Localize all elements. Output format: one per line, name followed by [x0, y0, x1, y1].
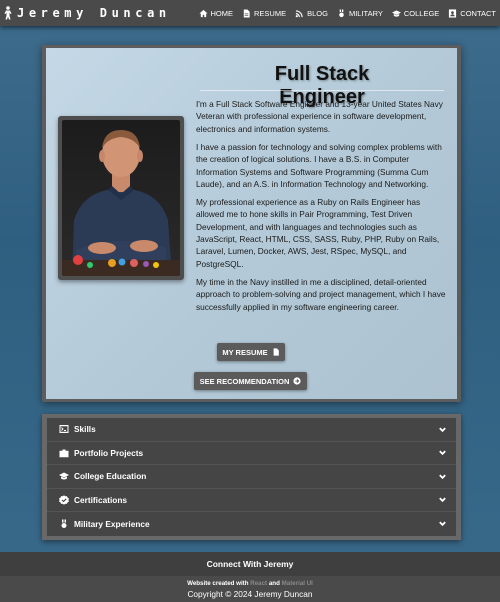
bio-paragraph: I'm a Full Stack Software Engineer and 1… [196, 99, 443, 134]
nav-contact-label: CONTACT [460, 8, 496, 18]
briefcase-icon [59, 449, 69, 458]
chevron-down-icon [439, 427, 446, 432]
credit-material-ui-link[interactable]: Material UI [282, 580, 313, 587]
title-divider [200, 90, 444, 91]
my-resume-button-label: MY RESUME [222, 347, 268, 357]
medal-icon [339, 8, 344, 17]
accordion-panel: Skills Portfolio Projects College Educat… [42, 414, 461, 540]
credit-prefix: Website created with [187, 580, 249, 587]
nav-blog[interactable]: BLOG [295, 9, 328, 18]
brand-name: Jeremy Duncan [17, 6, 171, 20]
home-icon [198, 9, 208, 17]
copyright: Copyright © 2024 Jeremy Duncan [187, 589, 313, 599]
document-icon [273, 348, 279, 356]
nav-college-label: COLLEGE [403, 8, 440, 18]
nav-links: HOME RESUME BLOG MILITARY COLLEGE CONTAC… [190, 0, 496, 26]
nav-resume[interactable]: RESUME [242, 9, 286, 18]
rss-icon [295, 9, 303, 17]
contact-icon [449, 8, 457, 18]
bio: I'm a Full Stack Software Engineer and 1… [196, 98, 446, 319]
accordion-portfolio-label: Portfolio Projects [74, 447, 144, 458]
my-resume-button[interactable]: MY RESUME [217, 343, 285, 361]
accordion-certifications[interactable]: Certifications [47, 489, 456, 512]
document-icon [243, 8, 250, 18]
accordion-skills[interactable]: Skills [47, 418, 456, 442]
hero-card-body: Full Stack Engineer I'm a Full Stack Sof… [46, 48, 457, 399]
see-recommendation-button[interactable]: SEE RECOMMENDATION [194, 372, 307, 390]
brand[interactable]: Jeremy Duncan [0, 0, 171, 26]
chevron-down-icon [439, 497, 446, 503]
accordion-military[interactable]: Military Experience [47, 512, 456, 536]
credit-react-link[interactable]: React [250, 580, 267, 587]
chevron-down-icon [439, 450, 446, 456]
nav-college[interactable]: COLLEGE [391, 8, 440, 18]
see-recommendation-button-label: SEE RECOMMENDATION [199, 376, 290, 386]
credit-line: Website created with React and Material … [0, 576, 500, 587]
bio-paragraph: My time in the Navy instilled in me a di… [196, 276, 446, 312]
nav-contact[interactable]: CONTACT [448, 9, 496, 18]
accordion-college-label: College Education [74, 471, 147, 482]
accordion-skills-label: Skills [74, 424, 96, 435]
nav-resume-label: RESUME [254, 8, 287, 18]
soldier-icon [4, 6, 12, 20]
nav-military[interactable]: MILITARY [337, 9, 383, 18]
profile-photo-frame [58, 116, 184, 280]
nav-home-label: HOME [210, 8, 234, 18]
credit-and: and [268, 580, 280, 587]
graduation-cap-icon [391, 9, 401, 17]
accordion-military-label: Military Experience [74, 518, 150, 529]
footer-connect: Connect With Jeremy [0, 552, 500, 576]
accordion-college[interactable]: College Education [47, 465, 456, 489]
profile-photo [62, 120, 180, 276]
graduation-cap-icon [59, 472, 69, 480]
nav-military-label: MILITARY [348, 8, 383, 18]
hero-card: Full Stack Engineer I'm a Full Stack Sof… [42, 45, 461, 402]
medal-icon [61, 519, 67, 528]
arrow-circle-icon [293, 377, 302, 385]
nav-home[interactable]: HOME [198, 8, 234, 18]
nav-blog-label: BLOG [307, 8, 328, 18]
chevron-down-icon [439, 521, 446, 527]
chevron-down-icon [439, 474, 446, 479]
terminal-icon [59, 425, 69, 434]
bio-paragraph: My professional experience as a Ruby on … [196, 196, 440, 269]
accordion: Skills Portfolio Projects College Educat… [47, 418, 456, 536]
footer-bottom: Website created with React and Material … [0, 576, 500, 602]
accordion-portfolio[interactable]: Portfolio Projects [47, 442, 456, 465]
top-navbar: Jeremy Duncan HOME RESUME BLOG MILITARY … [0, 0, 500, 26]
accordion-certifications-label: Certifications [74, 494, 128, 505]
bio-paragraph: I have a passion for technology and solv… [196, 141, 442, 189]
certificate-icon [59, 495, 69, 505]
connect-heading: Connect With Jeremy [206, 559, 294, 569]
